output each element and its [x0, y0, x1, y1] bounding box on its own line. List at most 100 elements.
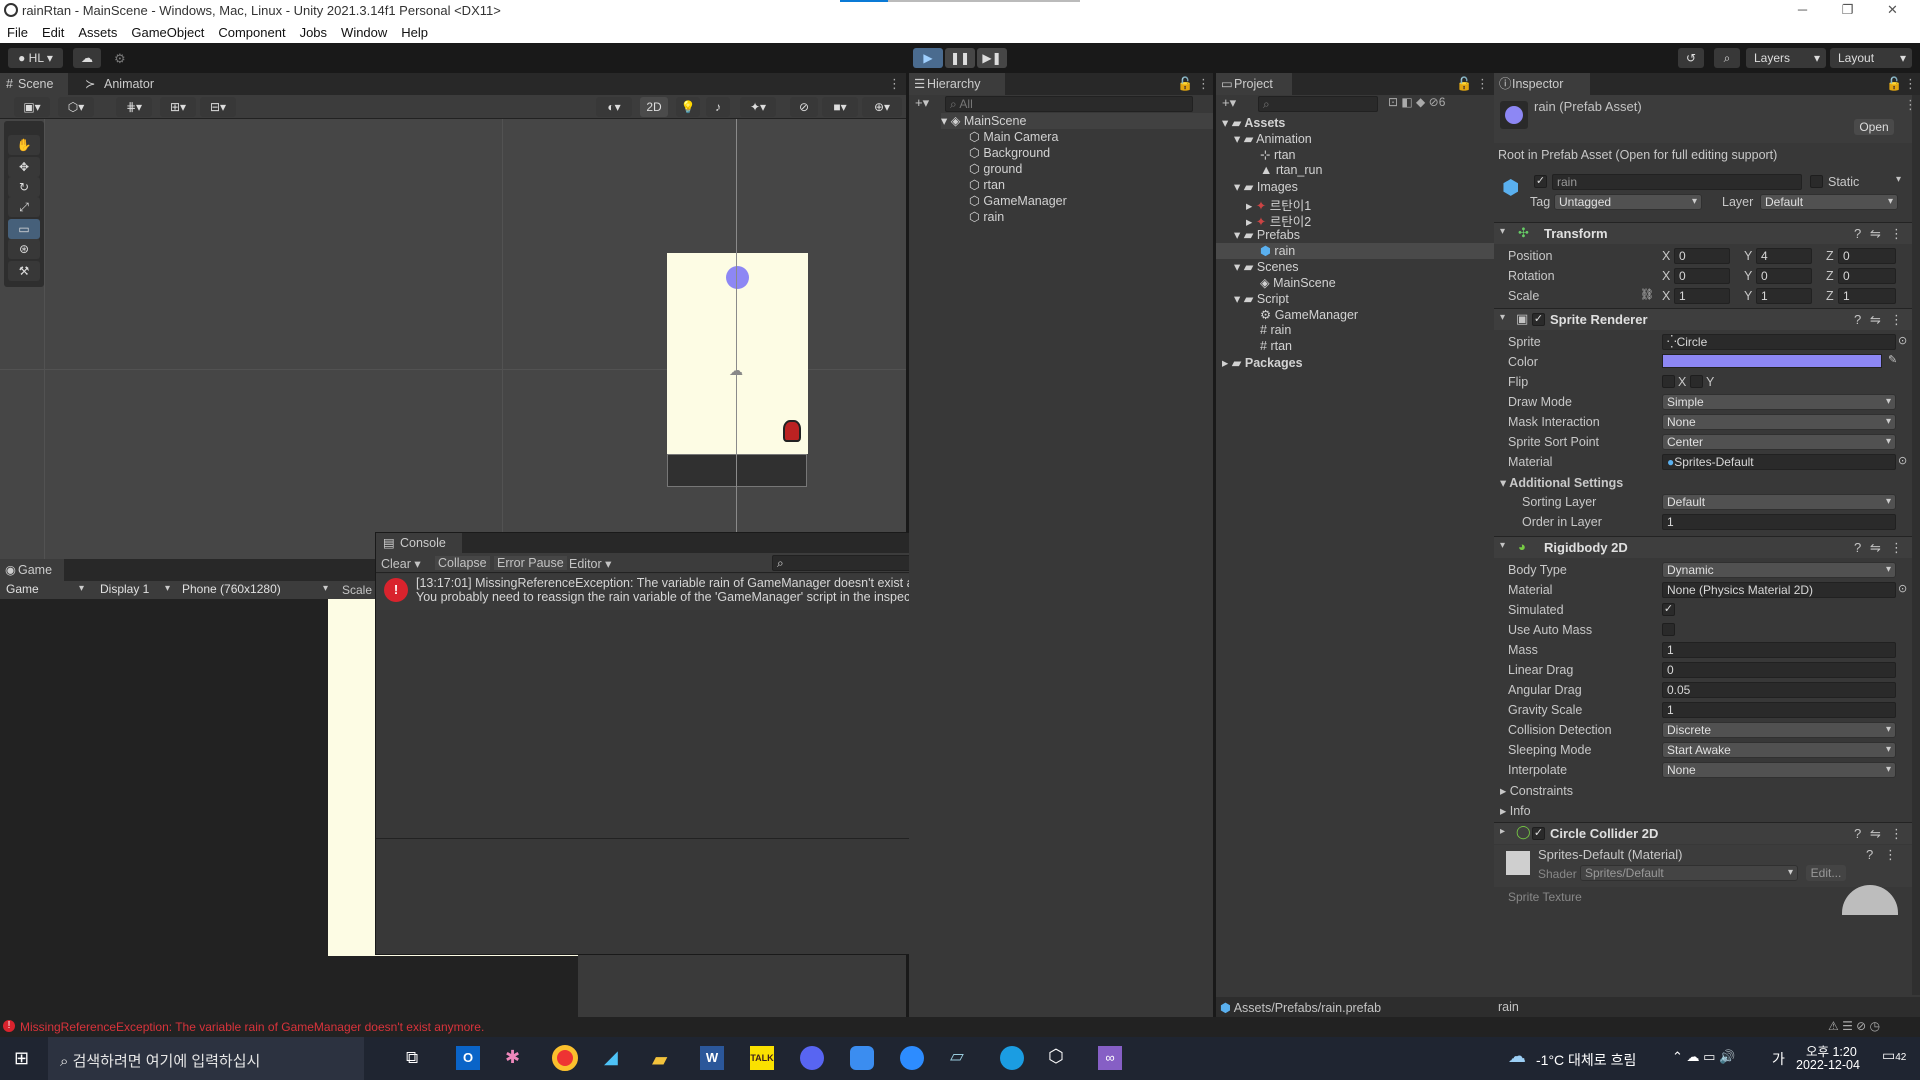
project-menu-icon[interactable]: ⋮: [1476, 76, 1489, 92]
flip-x-checkbox[interactable]: [1662, 375, 1675, 388]
resolution-dropdown[interactable]: Phone (760x1280): [178, 582, 332, 598]
recorder-icon[interactable]: [850, 1046, 874, 1070]
file-explorer-icon[interactable]: ▰: [652, 1047, 667, 1072]
rotation-x-input[interactable]: 0: [1674, 268, 1730, 284]
active-checkbox[interactable]: ✓: [1534, 175, 1547, 188]
hierarchy-item-background[interactable]: ⬡ Background: [969, 145, 1050, 161]
app-bird-icon[interactable]: ◢: [604, 1047, 618, 1068]
cloud-icon[interactable]: ☁: [73, 48, 101, 68]
hierarchy-lock-icon[interactable]: 🔓: [1177, 76, 1193, 92]
rtan-sprite[interactable]: [783, 420, 801, 442]
sprite-renderer-header[interactable]: ▾ ▣ ✓ Sprite Renderer ? ⇋ ⋮: [1494, 308, 1920, 330]
unity-icon[interactable]: ⬡: [1048, 1046, 1064, 1067]
asset-rtan-image-2[interactable]: ▸ ✦ 르탄이2: [1246, 211, 1311, 229]
rigidbody-header[interactable]: ▾ ◕ Rigidbody 2D ? ⇋ ⋮: [1494, 536, 1920, 558]
packages-root-item[interactable]: ▸ ▰ Packages: [1222, 355, 1303, 371]
simulated-checkbox[interactable]: ✓: [1662, 603, 1675, 616]
scene-background-sprite[interactable]: ☁: [667, 253, 808, 454]
hierarchy-item-gamemanager[interactable]: ⬡ GameManager: [969, 193, 1067, 209]
status-bar[interactable]: ! MissingReferenceException: The variabl…: [0, 1017, 1920, 1037]
chrome-icon[interactable]: [552, 1045, 578, 1071]
orientation-button[interactable]: ◐▾: [596, 97, 632, 117]
history-icon[interactable]: ↺: [1678, 48, 1704, 68]
audio-icon[interactable]: ♪: [706, 97, 730, 117]
angular-drag-input[interactable]: 0.05: [1662, 682, 1896, 698]
collision-detection-dropdown[interactable]: Discrete: [1662, 722, 1896, 738]
material-field[interactable]: ●Sprites-Default: [1662, 454, 1896, 470]
menu-help[interactable]: Help: [394, 22, 435, 40]
component-menu-icon[interactable]: ⋮: [1890, 226, 1903, 242]
windows-start-icon[interactable]: ⊞: [14, 1048, 29, 1069]
circle-collider-enabled-checkbox[interactable]: ✓: [1532, 827, 1545, 840]
component-menu-icon[interactable]: ⋮: [1884, 847, 1897, 863]
mass-input[interactable]: 1: [1662, 642, 1896, 658]
draw-mode-dropdown[interactable]: Simple: [1662, 394, 1896, 410]
collab-icon[interactable]: ⚙: [114, 51, 126, 67]
folder-images[interactable]: ▾ ▰ Images: [1234, 179, 1298, 195]
physics-material-field[interactable]: None (Physics Material 2D): [1662, 582, 1896, 598]
layout-dropdown[interactable]: Layout ▾: [1830, 48, 1912, 68]
hierarchy-search-input[interactable]: ⌕ All: [945, 96, 1193, 112]
scene-menu-icon[interactable]: ⋮: [888, 76, 901, 92]
project-filter-icons[interactable]: ⊡ ◧ ◆ ⊘6: [1388, 95, 1445, 109]
hierarchy-item-rtan[interactable]: ⬡ rtan: [969, 177, 1005, 193]
menu-file[interactable]: File: [0, 22, 35, 40]
close-button[interactable]: ✕: [1870, 0, 1915, 22]
tab-project[interactable]: ▭ Project: [1216, 73, 1292, 95]
additional-settings-foldout[interactable]: ▾ Additional Settings: [1500, 475, 1623, 490]
rect-tool-icon[interactable]: ▭: [8, 219, 40, 239]
sprite-renderer-enabled-checkbox[interactable]: ✓: [1532, 313, 1545, 326]
rotate-tool-icon[interactable]: ↻: [8, 177, 40, 197]
menu-edit[interactable]: Edit: [35, 22, 71, 40]
preset-icon[interactable]: ⇋: [1870, 312, 1881, 328]
step-button[interactable]: ▶❚: [977, 48, 1007, 68]
error-pause-toggle[interactable]: Error Pause: [494, 556, 567, 570]
collapse-toggle[interactable]: Collapse: [435, 556, 490, 570]
project-add-button[interactable]: +▾: [1222, 95, 1236, 111]
grid-snap-button[interactable]: ⋕▾: [116, 97, 152, 117]
menu-jobs[interactable]: Jobs: [293, 22, 334, 40]
flip-y-checkbox[interactable]: [1690, 375, 1703, 388]
color-swatch[interactable]: [1662, 354, 1882, 368]
editor-dropdown[interactable]: Editor ▾: [569, 556, 611, 571]
status-icons[interactable]: ⚠ ☰ ⊘ ◷: [1828, 1019, 1880, 1033]
weather-text[interactable]: -1°C 대체로 흐림: [1536, 1050, 1636, 1070]
minimize-button[interactable]: ─: [1780, 0, 1825, 22]
body-type-dropdown[interactable]: Dynamic: [1662, 562, 1896, 578]
scene-viewport[interactable]: ✋ ✥ ↻ ⤢ ▭ ⊛ ⚒ ☁: [0, 119, 906, 559]
layer-dropdown[interactable]: Default: [1760, 194, 1898, 210]
sprite-sort-point-dropdown[interactable]: Center: [1662, 434, 1896, 450]
folder-animation[interactable]: ▾ ▰ Animation: [1234, 131, 1312, 147]
toggle-2d-button[interactable]: 2D: [640, 97, 668, 117]
play-button[interactable]: ▶: [913, 48, 943, 68]
eyedropper-icon[interactable]: ✎: [1888, 353, 1897, 366]
tab-game[interactable]: ◉ Game: [0, 559, 64, 581]
search-icon[interactable]: ⌕: [1714, 48, 1740, 68]
interpolate-dropdown[interactable]: None: [1662, 762, 1896, 778]
asset-rtan-run-clip[interactable]: ▲ rtan_run: [1260, 163, 1322, 179]
preset-icon[interactable]: ⇋: [1870, 540, 1881, 556]
component-menu-icon[interactable]: ⋮: [1890, 312, 1903, 328]
static-checkbox[interactable]: [1810, 175, 1823, 188]
account-button[interactable]: ● HL ▾: [8, 48, 63, 68]
component-menu-icon[interactable]: ⋮: [1890, 540, 1903, 556]
sleeping-mode-dropdown[interactable]: Start Awake: [1662, 742, 1896, 758]
discord-icon[interactable]: [800, 1046, 824, 1070]
tray-icons[interactable]: ⌃ ☁ ▭ 🔊: [1672, 1049, 1735, 1065]
visibility-icon[interactable]: ⊘: [790, 97, 818, 117]
menu-gameobject[interactable]: GameObject: [124, 22, 211, 40]
shader-edit-button[interactable]: Edit...: [1806, 865, 1846, 881]
scene-draw-mode-button[interactable]: ▣▾: [14, 97, 50, 117]
scene-root-item[interactable]: ▾ ◈ MainScene: [941, 113, 1213, 129]
constraints-foldout[interactable]: ▸ Constraints: [1500, 783, 1573, 798]
help-icon[interactable]: ?: [1866, 847, 1873, 862]
shader-dropdown[interactable]: Sprites/Default: [1580, 865, 1798, 881]
link-icon[interactable]: ⛓: [1640, 288, 1654, 301]
increment-snap-button[interactable]: ⊞▾: [160, 97, 196, 117]
pause-button[interactable]: ❚❚: [945, 48, 975, 68]
kakaotalk-icon[interactable]: TALK: [750, 1046, 774, 1070]
hierarchy-item-rain[interactable]: ⬡ rain: [969, 209, 1004, 225]
slack-icon[interactable]: ✱: [505, 1047, 520, 1068]
scene-shading-button[interactable]: ⬡▾: [58, 97, 94, 117]
asset-rtan-animator[interactable]: ⊹ rtan: [1260, 147, 1296, 163]
